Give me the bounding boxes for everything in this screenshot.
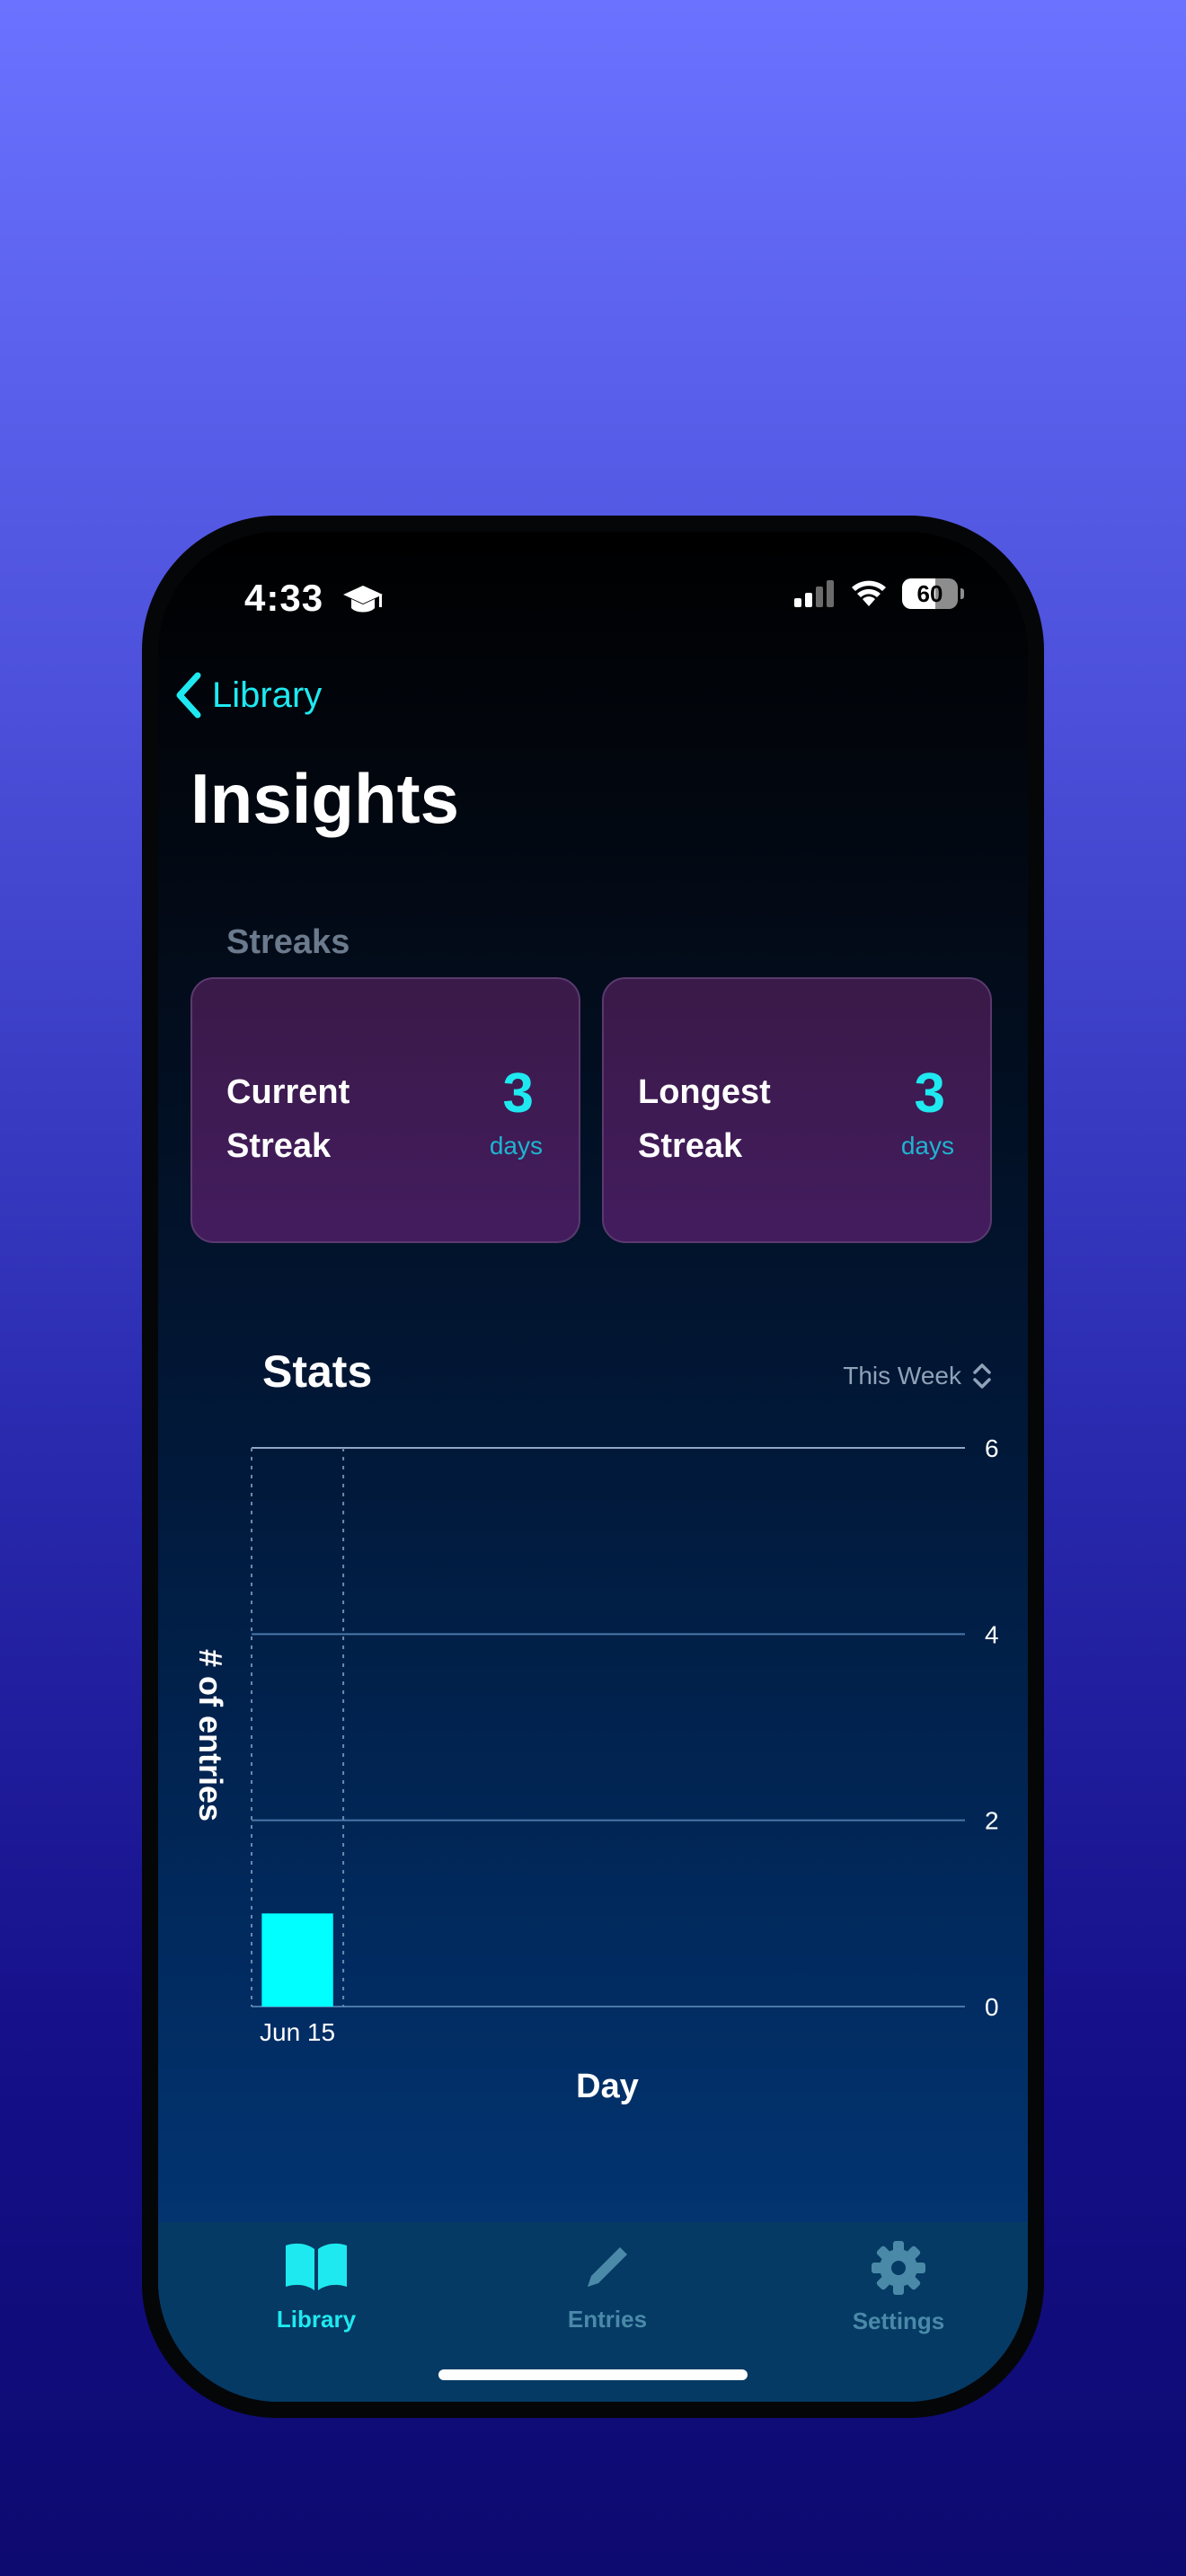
current-streak-label: Current Streak — [226, 1065, 406, 1173]
longest-streak-value: 3 — [914, 1063, 945, 1125]
book-icon — [286, 2243, 347, 2290]
y-tick-label: 2 — [985, 1807, 999, 1835]
tab-settings[interactable]: Settings — [827, 2240, 970, 2335]
back-button[interactable]: Library — [174, 672, 322, 719]
bar — [261, 1913, 333, 2007]
chevron-left-icon — [176, 672, 201, 719]
tab-settings-label: Settings — [852, 2307, 945, 2334]
battery-level: 60 — [916, 579, 943, 607]
current-streak-value: 3 — [502, 1063, 534, 1125]
app-screen: 4:33 60 Library Insights Streaks Current… — [158, 532, 1028, 2402]
current-streak-unit: days — [489, 1132, 543, 1160]
entries-bar-chart: 0 2 4 6 Jun 15 — [251, 1434, 999, 2046]
stats-title: Stats — [262, 1346, 373, 1397]
longest-streak-card: Longest Streak 3 days — [602, 977, 992, 1243]
current-streak-card: Current Streak 3 days — [190, 977, 580, 1243]
tab-library[interactable]: Library — [244, 2240, 388, 2333]
y-axis-title: # of entries — [192, 1648, 229, 1822]
wifi-icon — [852, 580, 886, 606]
graduation-cap-icon — [343, 586, 383, 613]
streaks-section-label: Streaks — [226, 923, 350, 961]
longest-streak-label: Longest Streak — [638, 1065, 818, 1173]
current-streak-label-line2: Streak — [226, 1127, 332, 1165]
y-tick-label: 0 — [985, 1993, 999, 2021]
longest-streak-label-line2: Streak — [638, 1127, 743, 1165]
y-tick-label: 6 — [985, 1434, 999, 1462]
gear-icon — [872, 2241, 925, 2295]
y-tick-label: 4 — [985, 1620, 999, 1648]
tab-bar: Library Entries Settings — [158, 2222, 1028, 2402]
page-title: Insights — [190, 759, 460, 838]
cellular-signal-icon — [794, 580, 834, 607]
back-label: Library — [212, 675, 323, 715]
time-range-picker[interactable]: This Week — [843, 1362, 992, 1390]
phone-frame: 4:33 60 Library Insights Streaks Current… — [142, 516, 1044, 2418]
home-indicator[interactable] — [438, 2369, 748, 2380]
x-axis-title: Day — [576, 2068, 639, 2105]
tab-library-label: Library — [276, 2306, 357, 2333]
battery-indicator: 60 — [902, 578, 964, 609]
status-time: 4:33 — [244, 577, 324, 619]
current-streak-label-line1: Current — [226, 1073, 350, 1111]
status-indicators: 60 — [794, 578, 964, 609]
time-range-label: This Week — [843, 1362, 961, 1389]
x-tick-label: Jun 15 — [260, 2018, 335, 2046]
longest-streak-label-line1: Longest — [638, 1073, 771, 1111]
tab-entries[interactable]: Entries — [535, 2240, 679, 2333]
chevron-up-down-icon — [973, 1363, 991, 1389]
longest-streak-unit: days — [900, 1132, 954, 1160]
tab-entries-label: Entries — [567, 2306, 648, 2333]
pencil-icon — [588, 2247, 627, 2287]
